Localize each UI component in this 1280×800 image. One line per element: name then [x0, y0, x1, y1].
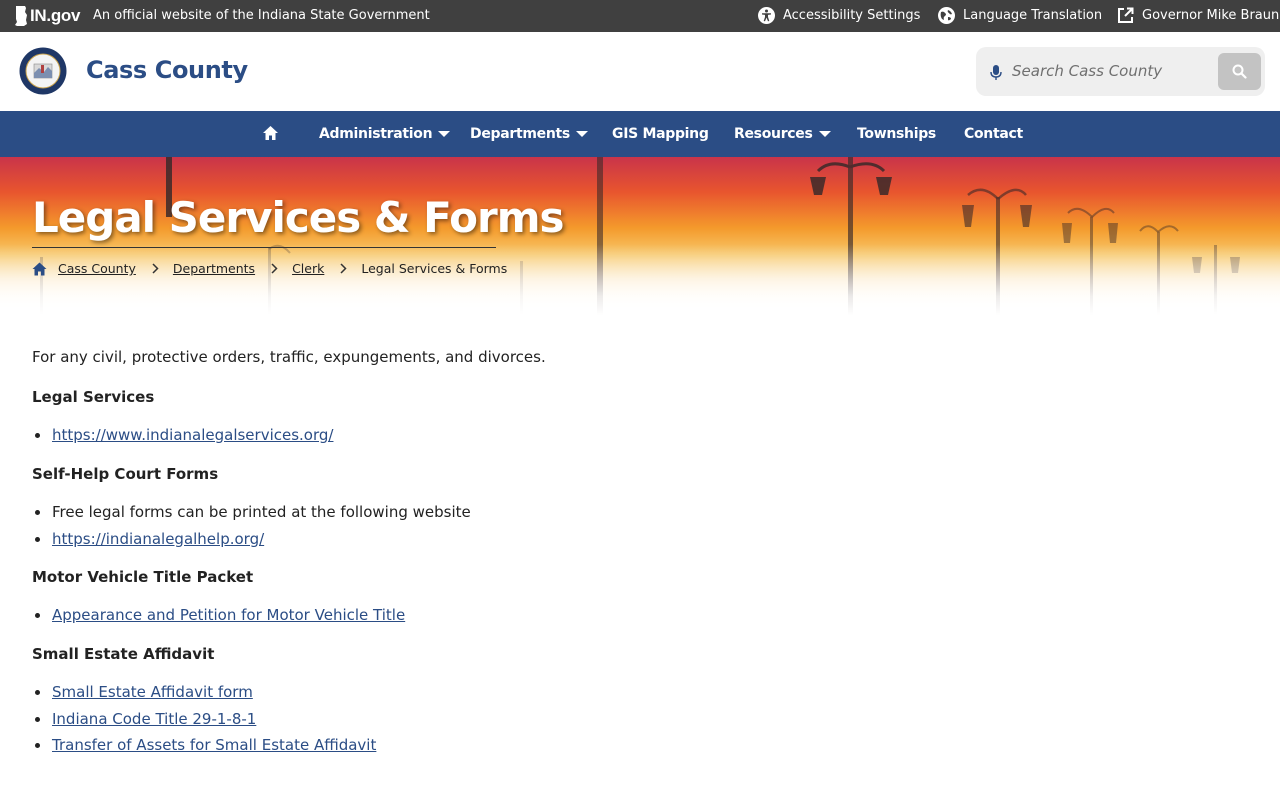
section-heading-legal-services: Legal Services: [32, 388, 155, 406]
accessibility-icon: [758, 7, 775, 24]
caret-down-icon: [818, 131, 831, 137]
ingov-logo-link[interactable]: IN.gov: [14, 6, 80, 26]
accessibility-settings-label: Accessibility Settings: [783, 8, 921, 23]
nav-resources[interactable]: Resources: [734, 126, 831, 142]
hero-banner: Legal Services & Forms Cass County Depar…: [0, 157, 1280, 315]
official-website-text: An official website of the Indiana State…: [93, 8, 430, 23]
nav-administration[interactable]: Administration: [319, 126, 451, 142]
breadcrumb-link-clerk[interactable]: Clerk: [292, 261, 324, 276]
breadcrumb-current: Legal Services & Forms: [361, 261, 508, 276]
section-heading-small-estate-affidavit: Small Estate Affidavit: [32, 645, 215, 663]
intro-text: For any civil, protective orders, traffi…: [32, 348, 546, 366]
nav-contact[interactable]: Contact: [964, 126, 1023, 142]
motor-vehicle-title-list: Appearance and Petition for Motor Vehicl…: [32, 604, 405, 631]
chevron-right-icon: [340, 263, 347, 274]
breadcrumb-link-cass-county[interactable]: Cass County: [58, 261, 136, 276]
language-translation-link[interactable]: Language Translation: [938, 7, 1102, 24]
indiana-legal-help-link[interactable]: https://indianalegalhelp.org/: [52, 530, 264, 548]
search-box: [976, 47, 1265, 96]
breadcrumb: Cass County Departments Clerk Legal Serv…: [32, 261, 507, 276]
breadcrumb-link-departments[interactable]: Departments: [173, 261, 255, 276]
nav-resources-label: Resources: [734, 126, 813, 142]
self-help-forms-list: Free legal forms can be printed at the f…: [32, 501, 471, 554]
governor-label: Governor Mike Braun: [1142, 8, 1280, 23]
home-icon: [263, 126, 278, 140]
site-header: Cass County: [0, 32, 1280, 111]
ingov-logo-text: IN.gov: [30, 6, 81, 25]
nav-gis-mapping[interactable]: GIS Mapping: [612, 126, 709, 142]
indiana-code-title-link[interactable]: Indiana Code Title 29-1-8-1: [52, 710, 256, 728]
legal-services-list: https://www.indianalegalservices.org/: [32, 424, 333, 451]
site-title[interactable]: Cass County: [86, 56, 248, 84]
accessibility-settings-link[interactable]: Accessibility Settings: [758, 7, 920, 24]
transfer-of-assets-link[interactable]: Transfer of Assets for Small Estate Affi…: [52, 736, 376, 754]
indiana-state-icon: [15, 6, 27, 26]
caret-down-icon: [438, 131, 451, 137]
list-item: Indiana Code Title 29-1-8-1: [32, 708, 376, 735]
small-estate-affidavit-list: Small Estate Affidavit form Indiana Code…: [32, 681, 376, 761]
list-item: https://www.indianalegalservices.org/: [32, 424, 333, 451]
small-estate-affidavit-form-link[interactable]: Small Estate Affidavit form: [52, 683, 253, 701]
nav-home[interactable]: [262, 125, 279, 141]
external-link-icon: [1118, 7, 1134, 23]
nav-contact-label: Contact: [964, 126, 1023, 142]
home-icon[interactable]: [32, 262, 47, 276]
nav-townships[interactable]: Townships: [857, 126, 936, 142]
nav-gis-mapping-label: GIS Mapping: [612, 126, 709, 142]
nav-departments-label: Departments: [470, 126, 570, 142]
state-banner: IN.gov An official website of the Indian…: [0, 0, 1280, 32]
microphone-icon[interactable]: [988, 62, 1004, 82]
motor-vehicle-title-petition-link[interactable]: Appearance and Petition for Motor Vehicl…: [52, 606, 405, 624]
caret-down-icon: [575, 131, 588, 137]
search-icon: [1232, 64, 1247, 79]
list-item: Appearance and Petition for Motor Vehicl…: [32, 604, 405, 631]
list-item: Small Estate Affidavit form: [32, 681, 376, 708]
page-title: Legal Services & Forms: [32, 193, 564, 242]
section-heading-motor-vehicle-title: Motor Vehicle Title Packet: [32, 568, 254, 586]
search-button[interactable]: [1218, 53, 1261, 90]
nav-administration-label: Administration: [319, 126, 433, 142]
list-item: Free legal forms can be printed at the f…: [32, 501, 471, 528]
county-seal-logo: [19, 47, 67, 95]
list-item: https://indianalegalhelp.org/: [32, 528, 471, 555]
nav-townships-label: Townships: [857, 126, 936, 142]
search-input[interactable]: [1012, 55, 1188, 87]
free-legal-forms-text: Free legal forms can be printed at the f…: [52, 503, 471, 521]
main-navigation: Administration Departments GIS Mapping R…: [0, 111, 1280, 157]
globe-icon: [938, 7, 955, 24]
nav-departments[interactable]: Departments: [470, 126, 588, 142]
indiana-legal-services-link[interactable]: https://www.indianalegalservices.org/: [52, 426, 333, 444]
section-heading-self-help-forms: Self-Help Court Forms: [32, 465, 219, 483]
title-divider: [32, 247, 496, 248]
governor-link[interactable]: Governor Mike Braun: [1117, 7, 1279, 24]
list-item: Transfer of Assets for Small Estate Affi…: [32, 734, 376, 761]
chevron-right-icon: [271, 263, 278, 274]
chevron-right-icon: [152, 263, 159, 274]
language-translation-label: Language Translation: [963, 8, 1103, 23]
